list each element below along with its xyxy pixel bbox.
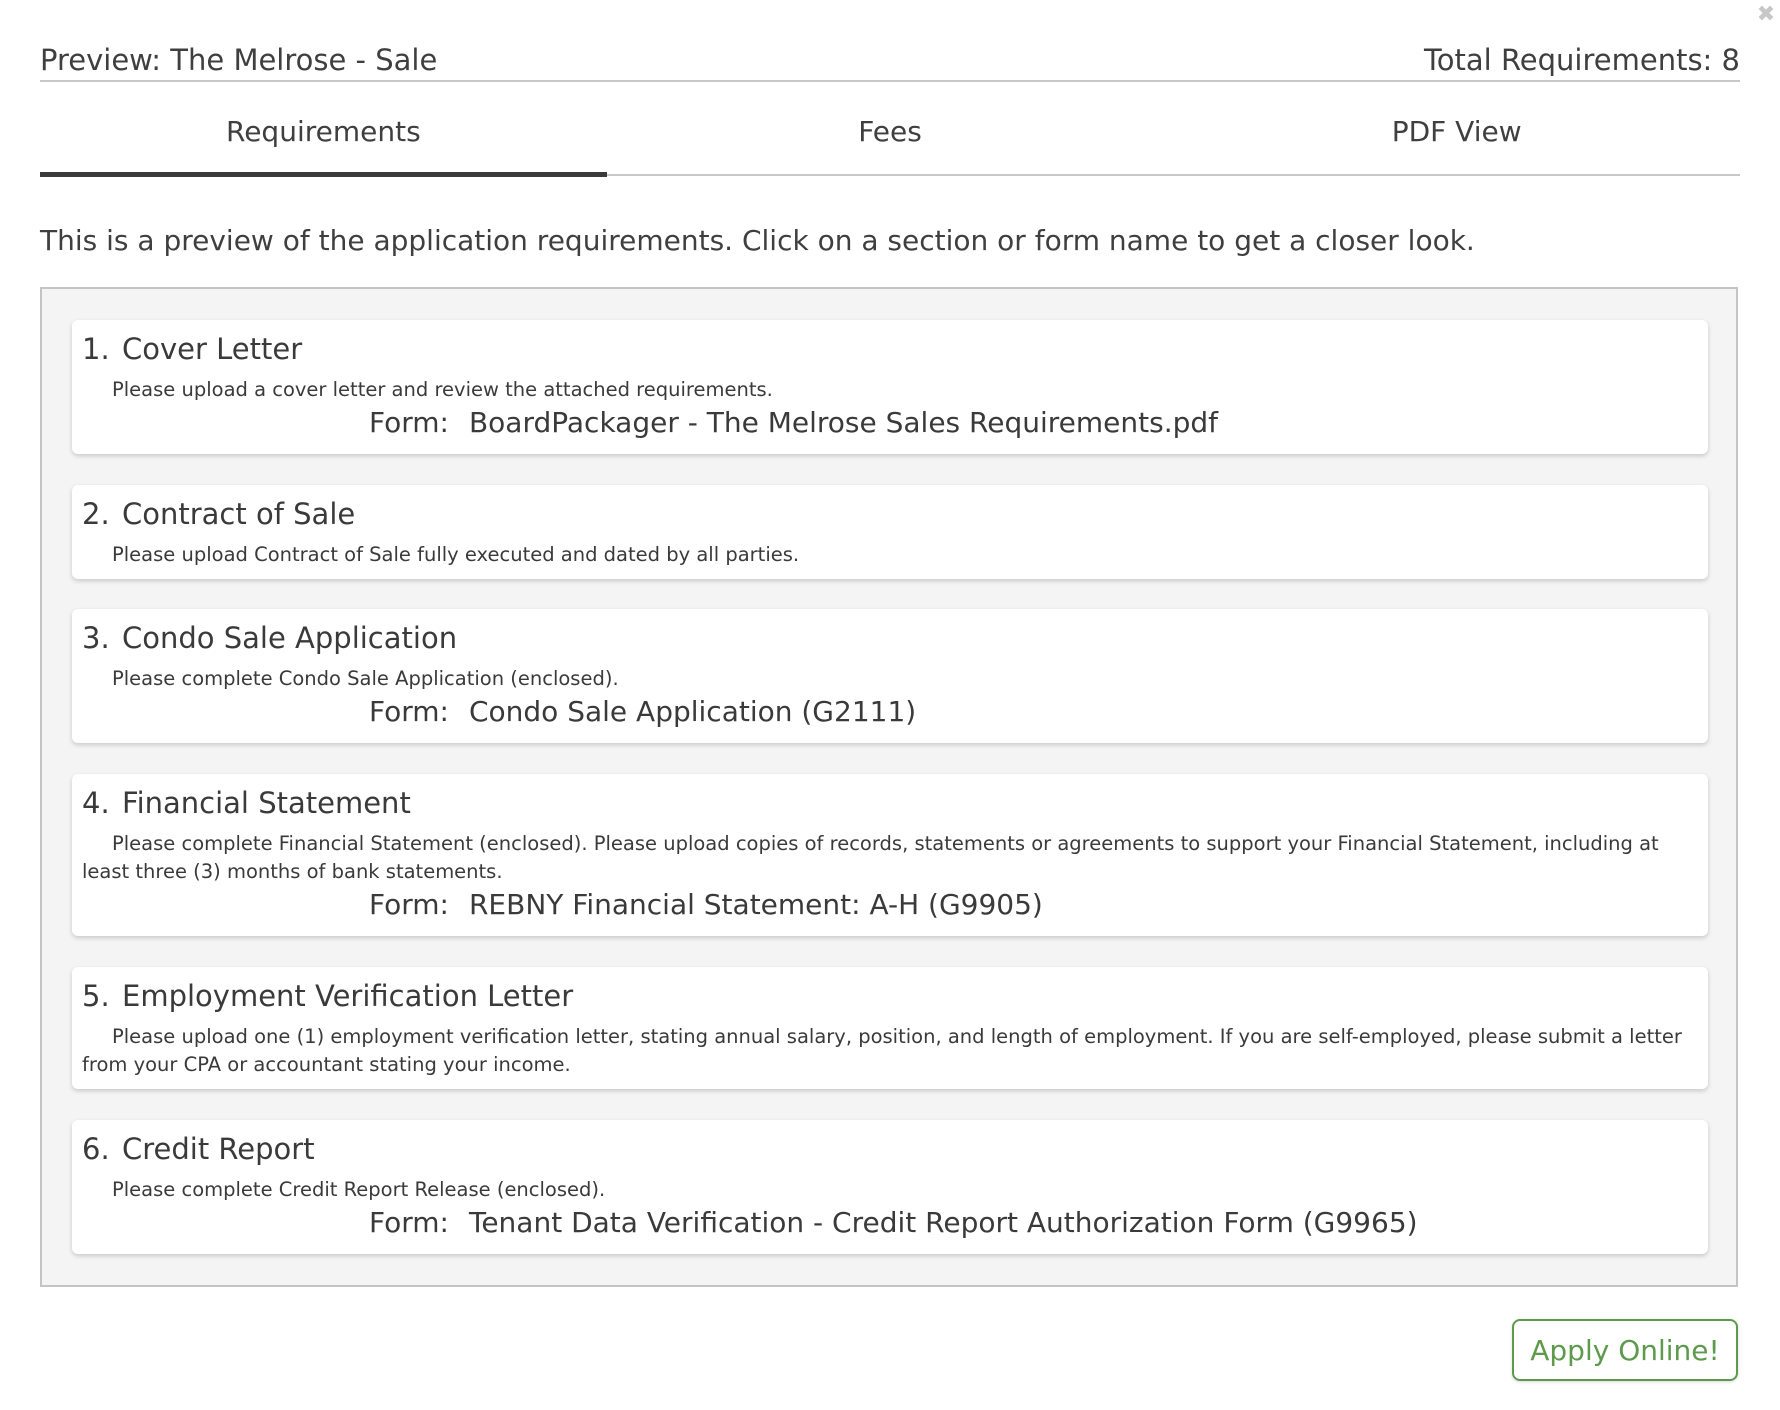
form-label: Form: <box>369 406 449 439</box>
requirement-name: Contract of Sale <box>122 497 356 531</box>
form-name[interactable]: BoardPackager - The Melrose Sales Requir… <box>469 406 1218 439</box>
requirement-title[interactable]: 4. Financial Statement <box>82 786 411 820</box>
requirement-form-link[interactable]: Form: BoardPackager - The Melrose Sales R… <box>369 406 1218 439</box>
requirement-card[interactable]: 4. Financial Statement Please complete Fi… <box>72 774 1708 936</box>
requirement-title[interactable]: 1. Cover Letter <box>82 332 302 366</box>
requirement-number: 1. <box>82 332 110 366</box>
requirement-description: Please complete Financial Statement (enc… <box>82 832 1659 883</box>
apply-online-button[interactable]: Apply Online! <box>1512 1319 1738 1381</box>
requirement-title[interactable]: 5. Employment Verification Letter <box>82 979 573 1013</box>
requirement-number: 2. <box>82 497 110 531</box>
requirement-form-link[interactable]: Form: Tenant Data Verification - Credit R… <box>369 1206 1418 1239</box>
tab-pdf-view[interactable]: PDF View <box>1173 100 1740 174</box>
requirement-card[interactable]: 3. Condo Sale Application Please complete… <box>72 609 1708 743</box>
requirement-name: Condo Sale Application <box>122 621 458 655</box>
form-name[interactable]: REBNY Financial Statement: A-H (G9905) <box>469 888 1043 921</box>
requirement-name: Credit Report <box>122 1132 315 1166</box>
requirement-form-link[interactable]: Form: REBNY Financial Statement: A-H (G99… <box>369 888 1043 921</box>
requirements-list: 1. Cover Letter Please upload a cover let… <box>40 287 1738 1287</box>
requirement-name: Employment Verification Letter <box>122 979 574 1013</box>
tab-requirements[interactable]: Requirements <box>40 100 607 177</box>
page-title: Preview: The Melrose - Sale <box>40 43 438 77</box>
requirement-description: Please upload a cover letter and review … <box>112 378 773 401</box>
requirement-card[interactable]: 6. Credit Report Please complete Credit R… <box>72 1120 1708 1254</box>
form-name[interactable]: Condo Sale Application (G2111) <box>469 695 916 728</box>
requirement-title[interactable]: 2. Contract of Sale <box>82 497 355 531</box>
requirement-title[interactable]: 3. Condo Sale Application <box>82 621 457 655</box>
requirement-card[interactable]: 5. Employment Verification Letter Please … <box>72 967 1708 1089</box>
requirement-description: Please upload Contract of Sale fully exe… <box>112 543 800 566</box>
requirement-title[interactable]: 6. Credit Report <box>82 1132 315 1166</box>
close-icon[interactable]: ✖ <box>1754 2 1778 28</box>
form-label: Form: <box>369 888 449 921</box>
requirement-number: 4. <box>82 786 110 820</box>
requirement-form-link[interactable]: Form: Condo Sale Application (G2111) <box>369 695 916 728</box>
total-requirements: Total Requirements: 8 <box>1424 43 1740 77</box>
requirement-description: Please upload one (1) employment verific… <box>82 1025 1682 1076</box>
requirement-card[interactable]: 1. Cover Letter Please upload a cover let… <box>72 320 1708 454</box>
requirement-name: Cover Letter <box>122 332 303 366</box>
modal-header: Preview: The Melrose - Sale Total Requir… <box>40 40 1740 82</box>
requirement-number: 5. <box>82 979 110 1013</box>
requirement-description: Please complete Credit Report Release (e… <box>112 1178 606 1201</box>
requirement-number: 6. <box>82 1132 110 1166</box>
form-label: Form: <box>369 695 449 728</box>
intro-text: This is a preview of the application req… <box>40 224 1475 257</box>
tab-bar: Requirements Fees PDF View <box>40 100 1740 177</box>
requirement-description: Please complete Condo Sale Application (… <box>112 667 619 690</box>
form-label: Form: <box>369 1206 449 1239</box>
form-name[interactable]: Tenant Data Verification - Credit Report… <box>469 1206 1418 1239</box>
requirement-number: 3. <box>82 621 110 655</box>
requirement-name: Financial Statement <box>122 786 411 820</box>
requirement-card[interactable]: 2. Contract of Sale Please upload Contrac… <box>72 485 1708 579</box>
tab-fees[interactable]: Fees <box>607 100 1174 174</box>
